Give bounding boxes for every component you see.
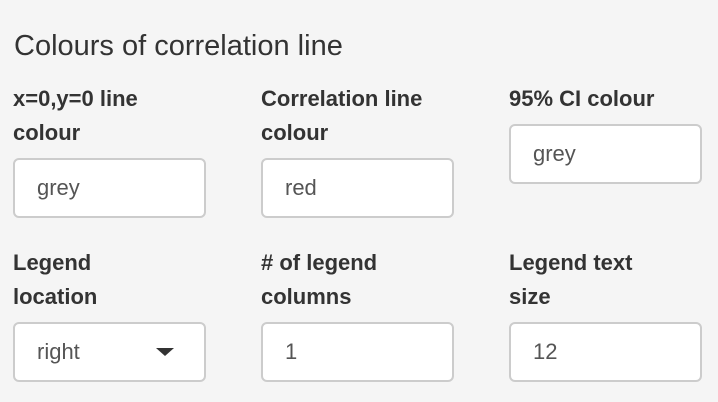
- legend-columns-value: 1: [285, 339, 298, 364]
- ci-colour-value: grey: [533, 141, 576, 166]
- legend-location-selected-value: right: [37, 339, 80, 364]
- zero-line-colour-label-line2: colour: [13, 120, 81, 145]
- legend-columns-input[interactable]: 1: [261, 322, 454, 382]
- correlation-line-colour-value: red: [285, 175, 317, 200]
- correlation-line-colours-panel: Colours of correlation line x=0,y=0 line…: [0, 0, 718, 402]
- ci-colour-label-line1: 95% CI colour: [509, 86, 655, 111]
- correlation-line-colour-label-line2: colour: [261, 120, 329, 145]
- legend-text-size-input[interactable]: 12: [509, 322, 702, 382]
- legend-location-label-line2: location: [13, 284, 98, 309]
- zero-line-colour-input[interactable]: grey: [13, 158, 206, 218]
- correlation-line-colour-input[interactable]: red: [261, 158, 454, 218]
- legend-text-size-field: Legend text size 12: [509, 246, 702, 382]
- zero-line-colour-field: x=0,y=0 line colour grey: [13, 82, 206, 218]
- legend-columns-label-line1: # of legend: [261, 250, 378, 275]
- zero-line-colour-label: x=0,y=0 line colour: [13, 82, 138, 150]
- legend-location-select[interactable]: right: [13, 322, 206, 382]
- caret-down-icon[interactable]: [156, 348, 174, 356]
- legend-location-field: Legend location right: [13, 246, 206, 382]
- ci-colour-input[interactable]: grey: [509, 124, 702, 184]
- legend-location-label-line1: Legend: [13, 250, 92, 275]
- legend-text-size-value: 12: [533, 339, 558, 364]
- ci-colour-field: 95% CI colour grey: [509, 82, 702, 184]
- legend-text-size-label-line1: Legend text: [509, 250, 633, 275]
- zero-line-colour-value: grey: [37, 175, 80, 200]
- correlation-line-colour-label-line1: Correlation line: [261, 86, 423, 111]
- legend-columns-label: # of legend columns: [261, 246, 377, 314]
- section-title: Colours of correlation line: [14, 30, 343, 62]
- legend-location-label: Legend location: [13, 246, 97, 314]
- legend-columns-label-line2: columns: [261, 284, 352, 309]
- legend-text-size-label-line2: size: [509, 284, 551, 309]
- correlation-line-colour-label: Correlation line colour: [261, 82, 422, 150]
- legend-text-size-label: Legend text size: [509, 246, 632, 314]
- ci-colour-label: 95% CI colour: [509, 82, 654, 116]
- correlation-line-colour-field: Correlation line colour red: [261, 82, 454, 218]
- legend-columns-field: # of legend columns 1: [261, 246, 454, 382]
- zero-line-colour-label-line1: x=0,y=0 line: [13, 86, 138, 111]
